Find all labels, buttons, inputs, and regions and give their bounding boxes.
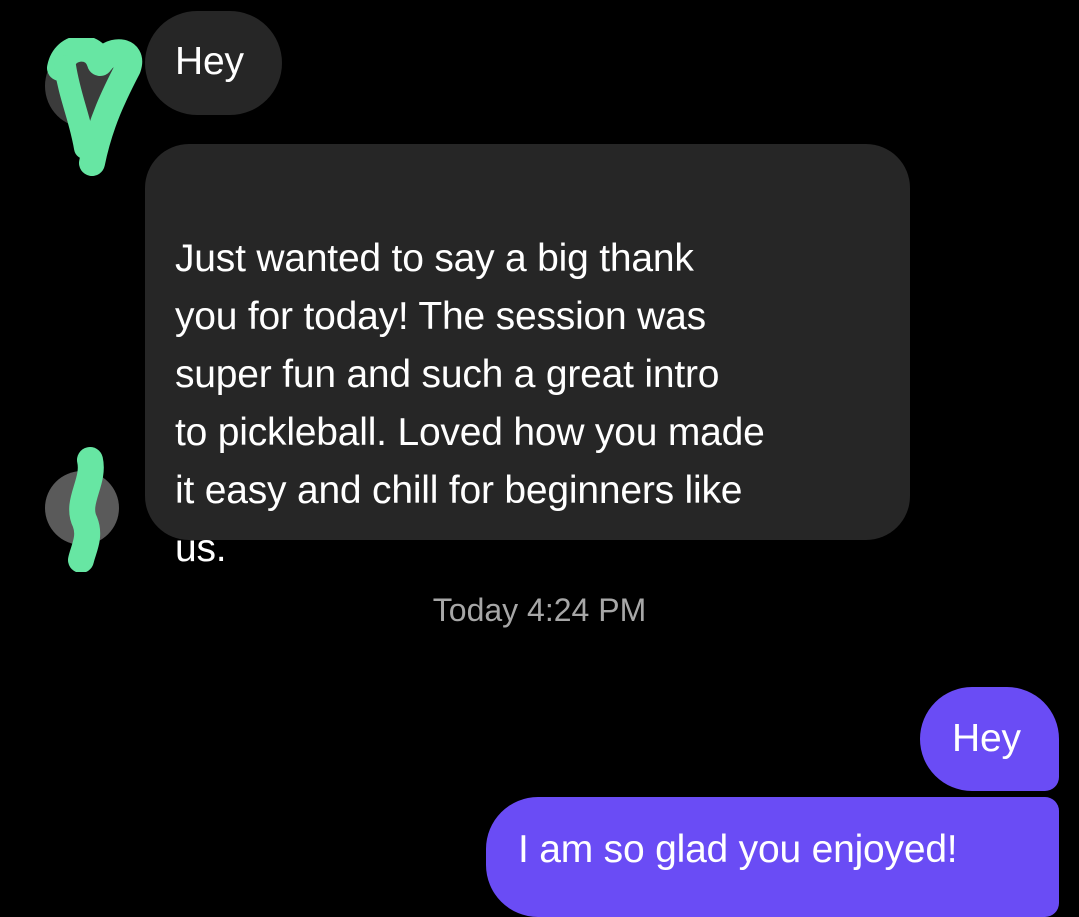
message-bubble-outgoing[interactable]: I am so glad you enjoyed! <box>486 797 1059 917</box>
redaction-scribble-icon <box>47 38 143 176</box>
message-bubble-outgoing[interactable]: Hey <box>920 687 1059 791</box>
message-text: Hey <box>952 717 1021 760</box>
message-timestamp: Today 4:24 PM <box>432 592 647 628</box>
message-text: I am so glad you enjoyed! <box>518 828 958 871</box>
message-bubble-incoming[interactable]: Just wanted to say a big thank you for t… <box>145 144 910 570</box>
redaction-scribble-icon <box>68 447 104 572</box>
message-text: Hey <box>175 40 244 83</box>
message-text: Just wanted to say a big thank you for t… <box>175 237 765 570</box>
message-bubble-incoming[interactable]: Hey <box>145 11 282 115</box>
